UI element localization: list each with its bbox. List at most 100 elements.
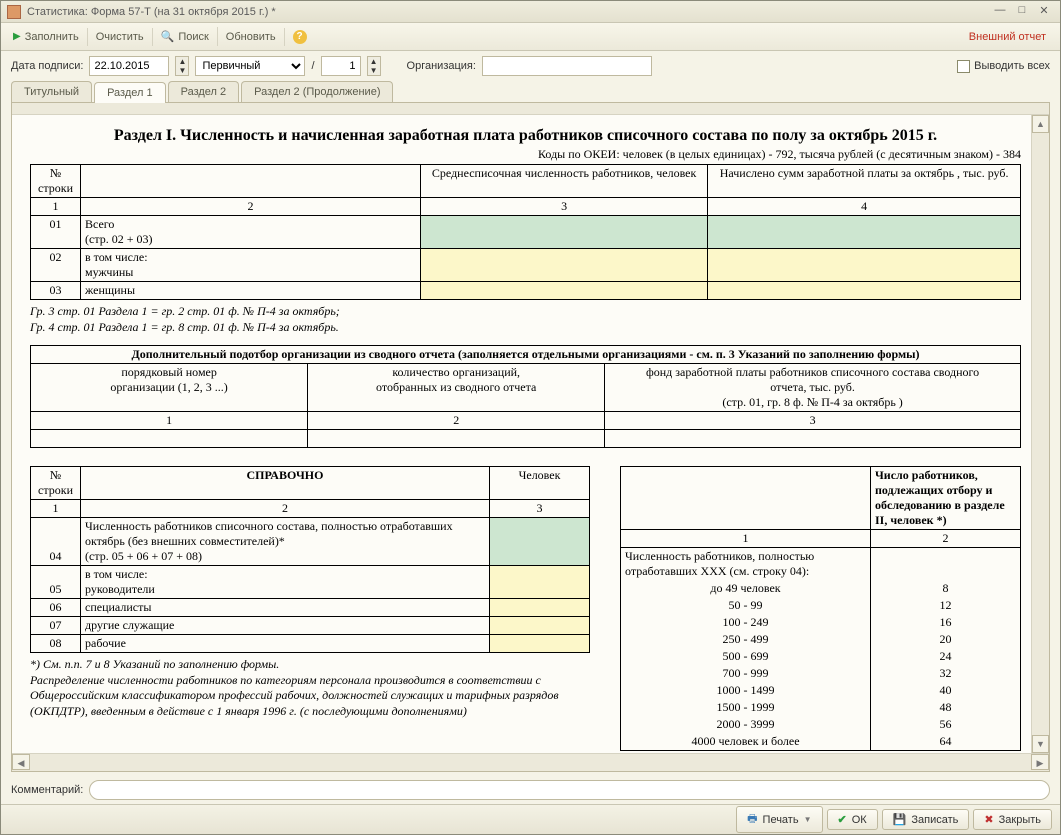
sign-date-input[interactable] <box>89 56 169 76</box>
tab-section2[interactable]: Раздел 2 <box>168 81 240 102</box>
t4-range: 1500 - 1999 <box>621 699 871 716</box>
search-label: Поиск <box>178 31 208 43</box>
save-icon: 💾 <box>893 813 907 826</box>
t3-r08-num: 08 <box>31 635 81 653</box>
t3-r06-v[interactable] <box>490 599 590 617</box>
t3-h-ref: СПРАВОЧНО <box>81 467 490 500</box>
comment-row: Комментарий: <box>1 776 1060 804</box>
t1-r01-num: 01 <box>31 216 81 249</box>
sign-date-label: Дата подписи: <box>11 60 83 72</box>
t1-r01-c3[interactable] <box>421 216 708 249</box>
t2-r1-c1[interactable] <box>31 430 308 448</box>
t4-range: 4000 человек и более <box>621 733 871 751</box>
t3-r07-num: 07 <box>31 617 81 635</box>
show-all-checkbox[interactable]: Выводить всех <box>957 60 1050 73</box>
t3-r04-txt: Численность работников списочного состав… <box>81 518 490 566</box>
t4-n2: 2 <box>871 530 1021 548</box>
close-window-button[interactable]: ✖Закрыть <box>973 809 1052 830</box>
comment-input[interactable] <box>89 780 1050 800</box>
print-button[interactable]: 🖶Печать▼ <box>736 806 822 833</box>
t1-r03-c3[interactable] <box>421 282 708 300</box>
scroll-down-icon[interactable]: ▼ <box>1032 735 1049 753</box>
window-title: Статистика: Форма 57-Т (на 31 октября 20… <box>27 6 988 18</box>
footer: 🖶Печать▼ ✔ОК 💾Записать ✖Закрыть <box>1 804 1060 834</box>
t1-r03-c4[interactable] <box>708 282 1021 300</box>
tab-title[interactable]: Титульный <box>11 81 92 102</box>
t3-n2: 2 <box>81 500 490 518</box>
close-button[interactable]: ✕ <box>1034 4 1054 20</box>
t2-r1-c2[interactable] <box>308 430 605 448</box>
t3-r05-num: 05 <box>31 566 81 599</box>
t4-value: 16 <box>871 614 1021 631</box>
t1-r02-c3[interactable] <box>421 249 708 282</box>
maximize-button[interactable]: □ <box>1012 4 1032 20</box>
number-input[interactable] <box>321 56 361 76</box>
comment-label: Комментарий: <box>11 784 83 796</box>
t2-n2: 2 <box>308 412 605 430</box>
ok-icon: ✔ <box>838 813 847 826</box>
t4-range: 250 - 499 <box>621 631 871 648</box>
horizontal-scrollbar[interactable]: ◀ ▶ <box>12 753 1049 771</box>
t4-h2: Число работников, подлежащих отбору и об… <box>871 467 1021 530</box>
search-button[interactable]: 🔍Поиск <box>153 27 218 46</box>
t1-r02-num: 02 <box>31 249 81 282</box>
number-spinner[interactable]: ▲▼ <box>367 56 381 76</box>
refresh-button[interactable]: Обновить <box>218 28 285 46</box>
print-label: Печать <box>763 814 799 826</box>
scroll-left-icon[interactable]: ◀ <box>12 754 30 770</box>
t2-r1-c3[interactable] <box>605 430 1021 448</box>
toolbar: ▶Заполнить Очистить 🔍Поиск Обновить ? Вн… <box>1 23 1060 51</box>
t4-range: до 49 человек <box>621 580 871 597</box>
t4-range: 1000 - 1499 <box>621 682 871 699</box>
t2-title: Дополнительный подотбор организации из с… <box>31 346 1021 364</box>
t3-r06-txt: специалисты <box>81 599 490 617</box>
content-frame: ▲ ▼ Раздел I. Численность и начисленная … <box>11 102 1050 772</box>
help-button[interactable]: ? <box>285 27 315 47</box>
t2-c2: количество организаций, отобранных из св… <box>308 364 605 412</box>
save-button[interactable]: 💾Записать <box>882 809 970 830</box>
t4-value: 12 <box>871 597 1021 614</box>
t1-r01-c4[interactable] <box>708 216 1021 249</box>
section-title: Раздел I. Численность и начисленная зара… <box>30 127 1021 145</box>
t3-r04-num: 04 <box>31 518 81 566</box>
play-icon: ▶ <box>13 31 21 42</box>
t2-c1: порядковый номер организации (1, 2, 3 ..… <box>31 364 308 412</box>
t3-r08-txt: рабочие <box>81 635 490 653</box>
t3-r07-v[interactable] <box>490 617 590 635</box>
vertical-scrollbar[interactable]: ▲ ▼ <box>1031 115 1049 753</box>
show-all-label: Выводить всех <box>974 60 1050 72</box>
date-spinner[interactable]: ▲▼ <box>175 56 189 76</box>
t3-r05-v[interactable] <box>490 566 590 599</box>
okei-codes: Коды по ОКЕИ: человек (в целых единицах)… <box>30 147 1021 162</box>
t3-r06-num: 06 <box>31 599 81 617</box>
t3-r08-v[interactable] <box>490 635 590 653</box>
t4-value: 24 <box>871 648 1021 665</box>
t1-h-c4: Начислено сумм заработной платы за октяб… <box>708 165 1021 198</box>
t4-range: 100 - 249 <box>621 614 871 631</box>
t3-r04-v[interactable] <box>490 518 590 566</box>
tab-section2-cont[interactable]: Раздел 2 (Продолжение) <box>241 81 393 102</box>
table-1: № строки Среднесписочная численность раб… <box>30 164 1021 300</box>
org-label: Организация: <box>407 60 476 72</box>
scroll-right-icon[interactable]: ▶ <box>1031 754 1049 770</box>
scroll-up-icon[interactable]: ▲ <box>1032 115 1049 133</box>
org-input[interactable] <box>482 56 652 76</box>
t3-r05-txt: в том числе: руководители <box>81 566 490 599</box>
type-select[interactable]: Первичный <box>195 56 305 76</box>
ok-button[interactable]: ✔ОК <box>827 809 878 830</box>
t1-r02-c4[interactable] <box>708 249 1021 282</box>
t4-lead-v <box>871 548 1021 581</box>
t2-n1: 1 <box>31 412 308 430</box>
clear-button[interactable]: Очистить <box>88 28 153 46</box>
t4-range: 700 - 999 <box>621 665 871 682</box>
t2-c3: фонд заработной платы работников списочн… <box>605 364 1021 412</box>
ruler <box>12 103 1049 115</box>
fill-button[interactable]: ▶Заполнить <box>5 28 88 46</box>
t1-notes: Гр. 3 стр. 01 Раздела 1 = гр. 2 стр. 01 … <box>30 304 1021 335</box>
minimize-button[interactable]: — <box>990 4 1010 20</box>
t3-n1: 1 <box>31 500 81 518</box>
params-bar: Дата подписи: ▲▼ Первичный / ▲▼ Организа… <box>1 51 1060 81</box>
t4-lead: Численность работников, полностью отрабо… <box>621 548 871 581</box>
tab-section1[interactable]: Раздел 1 <box>94 82 166 103</box>
t4-value: 64 <box>871 733 1021 751</box>
